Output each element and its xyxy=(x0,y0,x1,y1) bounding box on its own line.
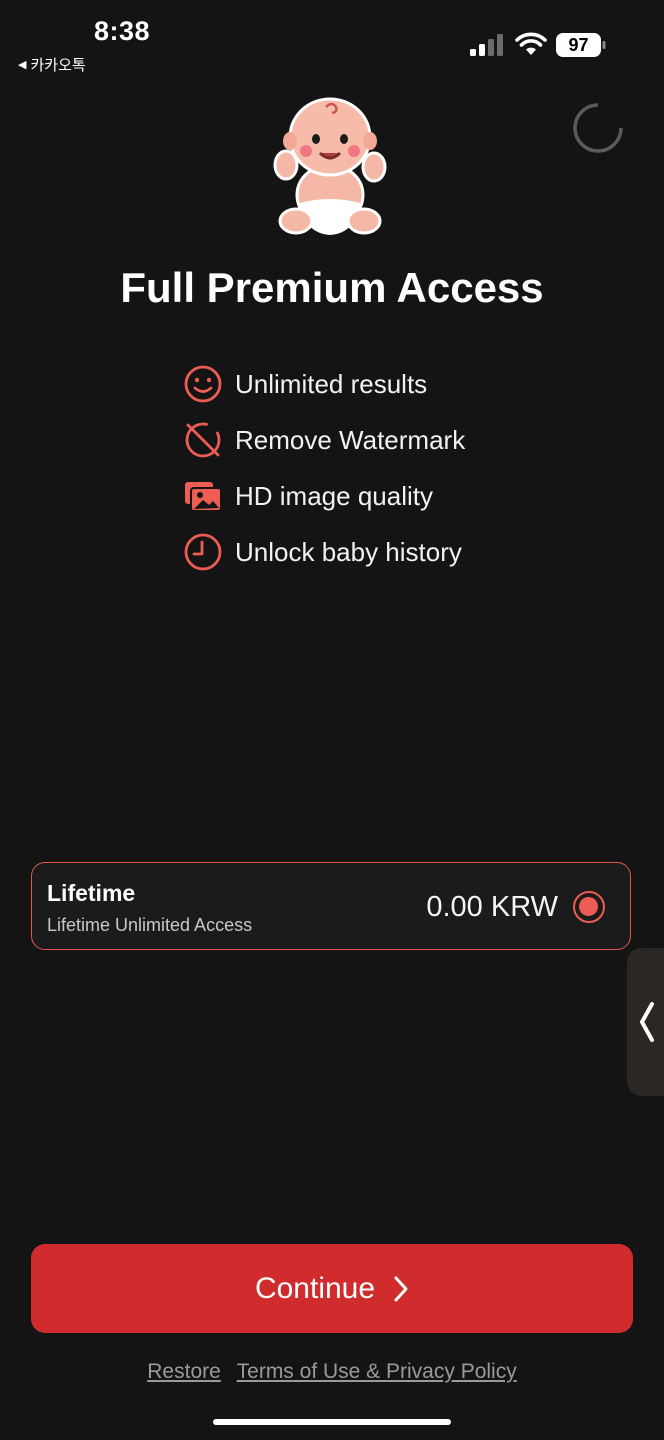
footer-links: Restore Terms of Use & Privacy Policy xyxy=(0,1360,664,1384)
feature-item: Remove Watermark xyxy=(182,412,465,468)
battery-percent: 97 xyxy=(568,35,589,55)
wifi-icon xyxy=(515,32,547,55)
back-triangle-icon: ◀ xyxy=(18,59,27,71)
feature-label: Unlimited results xyxy=(235,368,428,399)
plan-name: Lifetime xyxy=(47,880,136,906)
plan-price: 0.00 KRW xyxy=(426,891,558,923)
continue-button[interactable]: Continue xyxy=(31,1244,633,1333)
feature-item: Unlock baby history xyxy=(182,524,465,580)
feature-item: HD image quality xyxy=(182,468,465,524)
back-to-app-link[interactable]: ◀ 카카오톡 xyxy=(18,54,86,75)
continue-label: Continue xyxy=(254,1271,376,1305)
cellular-signal-icon xyxy=(470,34,503,56)
plan-option-lifetime[interactable]: Lifetime Lifetime Unlimited Access 0.00 … xyxy=(31,862,631,950)
no-watermark-icon xyxy=(185,422,221,458)
clock-icon xyxy=(184,533,222,571)
baby-mascot-illustration xyxy=(273,97,387,235)
battery-indicator: 97 xyxy=(556,33,606,57)
paywall-title: Full Premium Access xyxy=(120,264,544,311)
feature-item: Unlimited results xyxy=(182,356,465,412)
status-time: 8:38 xyxy=(94,16,151,46)
plan-description: Lifetime Unlimited Access xyxy=(47,915,253,935)
feature-label: Remove Watermark xyxy=(235,424,466,455)
feature-label: HD image quality xyxy=(235,480,433,511)
smile-icon xyxy=(184,365,222,403)
loading-spinner-icon xyxy=(573,102,624,153)
back-app-label: 카카오톡 xyxy=(30,57,86,74)
plan-radio-selected[interactable] xyxy=(573,891,605,923)
terms-privacy-link[interactable]: Terms of Use & Privacy Policy xyxy=(237,1360,517,1383)
home-indicator[interactable] xyxy=(213,1419,451,1425)
side-drawer-handle[interactable] xyxy=(627,948,664,1096)
chevron-right-icon xyxy=(394,1276,408,1301)
chevron-left-icon xyxy=(640,1002,654,1042)
feature-list: Unlimited results Remove Watermark HD im… xyxy=(182,356,465,580)
feature-label: Unlock baby history xyxy=(235,536,462,567)
images-icon xyxy=(185,482,222,512)
restore-link[interactable]: Restore xyxy=(147,1360,221,1383)
